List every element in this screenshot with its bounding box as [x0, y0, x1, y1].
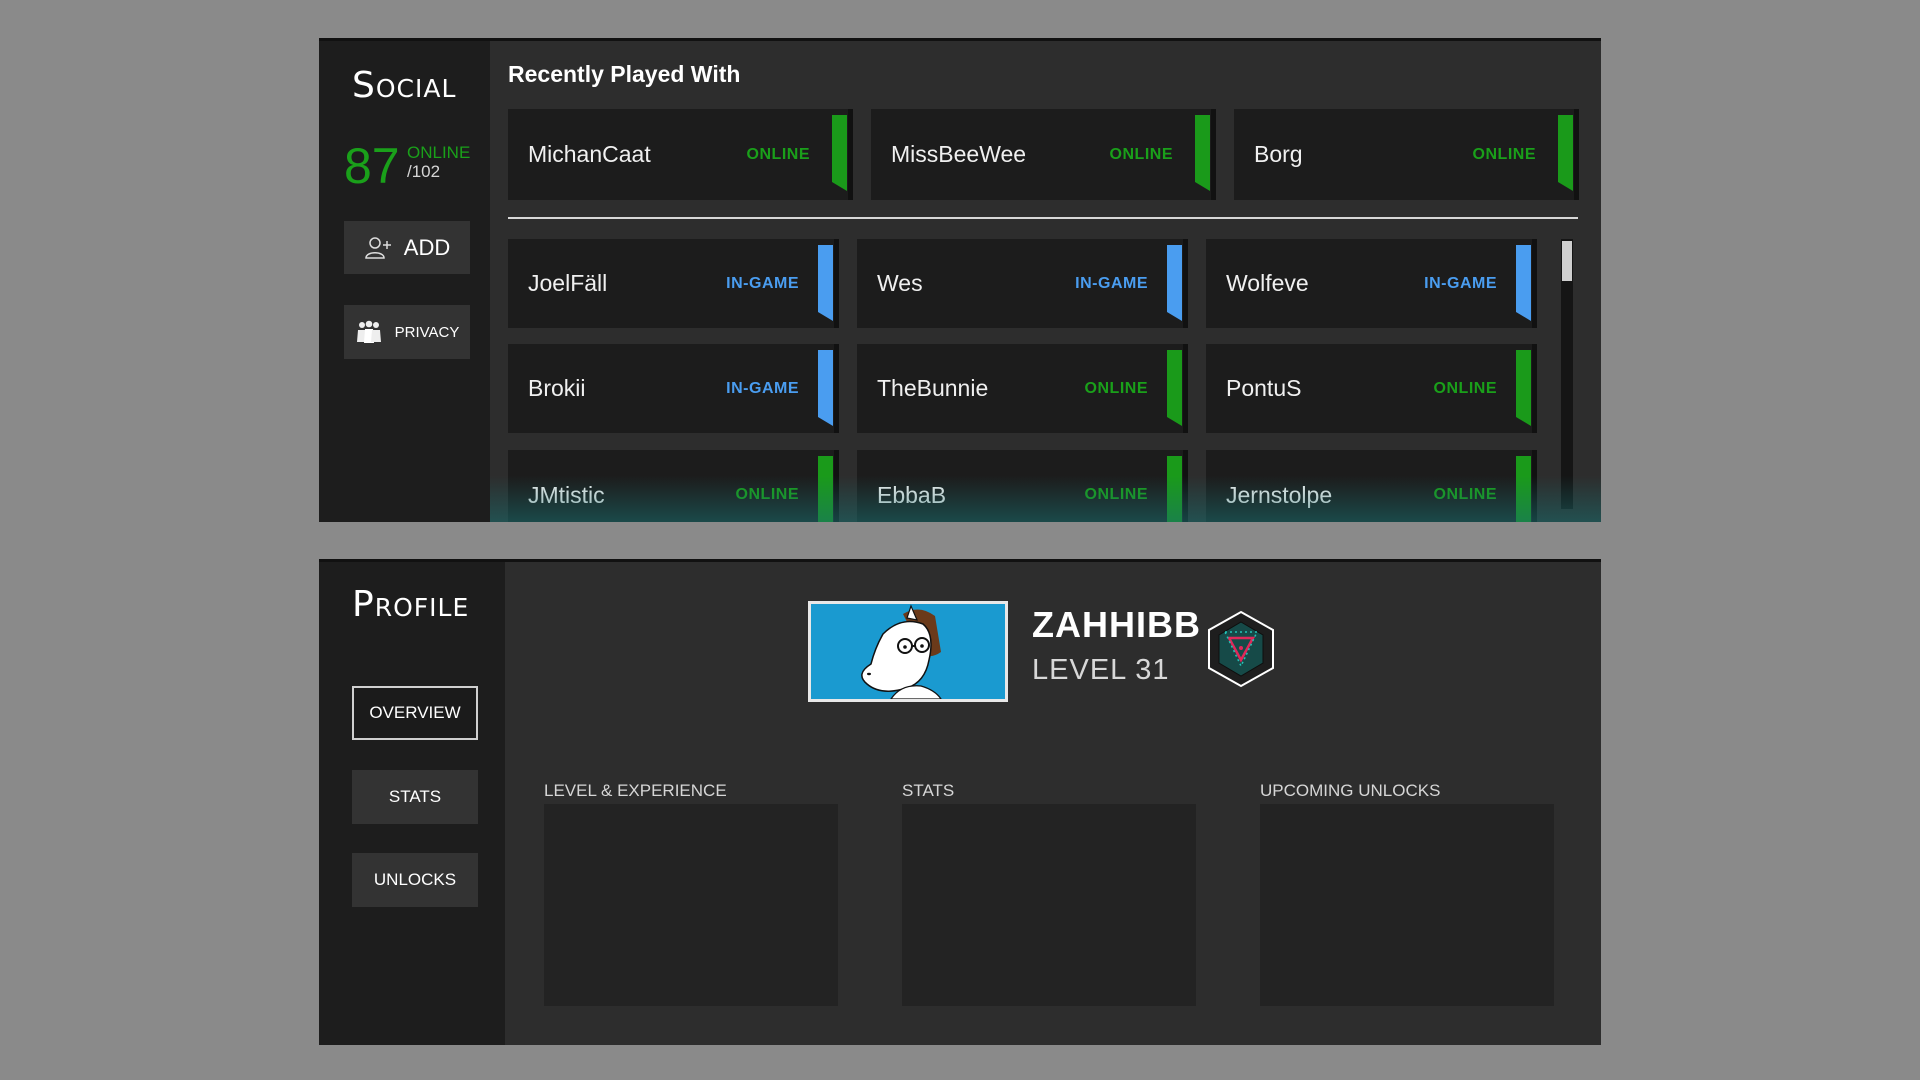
status-indicator [1195, 115, 1210, 191]
status-indicator [1558, 115, 1573, 191]
social-title: Social [352, 65, 457, 106]
level-experience-box [544, 804, 838, 1006]
add-user-icon [364, 236, 392, 260]
status-indicator [1167, 350, 1182, 426]
player-status: ONLINE [1472, 145, 1536, 163]
privacy-button-label: PRIVACY [394, 323, 460, 341]
upcoming-unlocks-box [1260, 804, 1554, 1006]
social-sidebar: Social 87 ONLINE /102 ADD PRIVACY [319, 41, 490, 522]
status-indicator [832, 115, 847, 191]
friend-name: EbbaB [877, 482, 947, 508]
friend-name: TheBunnie [877, 374, 989, 401]
friend-card[interactable]: Wolfeve IN-GAME [1206, 239, 1537, 328]
profile-sidebar: Profile OVERVIEW STATS UNLOCKS [319, 562, 505, 1045]
profile-panel: Profile OVERVIEW STATS UNLOCKS ZAHHIBB L… [319, 559, 1601, 1045]
status-indicator [818, 456, 833, 522]
friend-card[interactable]: Jernstolpe ONLINE [1206, 450, 1537, 522]
overview-tab[interactable]: OVERVIEW [352, 686, 478, 740]
friend-name: JoelFäll [528, 269, 608, 296]
friend-status: ONLINE [1084, 379, 1148, 397]
add-friend-button[interactable]: ADD [344, 221, 470, 274]
status-indicator [1167, 456, 1182, 522]
online-count: 87 [344, 138, 400, 194]
friend-card[interactable]: Wes IN-GAME [857, 239, 1188, 328]
profile-avatar[interactable] [808, 601, 1008, 702]
status-indicator [818, 350, 833, 426]
scrollbar-thumb[interactable] [1562, 241, 1572, 281]
profile-level: LEVEL 31 [1032, 654, 1170, 686]
add-button-label: ADD [403, 234, 451, 260]
profile-title: Profile [352, 584, 470, 625]
stats-tab[interactable]: STATS [352, 770, 478, 824]
friend-card[interactable]: PontuS ONLINE [1206, 344, 1537, 433]
friend-status: ONLINE [1084, 486, 1148, 503]
player-name: MissBeeWee [891, 140, 1027, 167]
friend-name: Jernstolpe [1226, 482, 1333, 508]
friend-card[interactable]: JoelFäll IN-GAME [508, 239, 839, 328]
rank-badge-icon [1205, 610, 1277, 690]
social-main: Recently Played With MichanCaat ONLINE M… [490, 41, 1601, 522]
friend-card[interactable]: Brokii IN-GAME [508, 344, 839, 433]
status-indicator [1516, 456, 1531, 522]
recent-player-card[interactable]: Borg ONLINE [1234, 109, 1579, 200]
friend-status: IN-GAME [1424, 274, 1497, 292]
stats-label: STATS [902, 781, 955, 800]
stats-box [902, 804, 1196, 1006]
total-friends-label: /102 [407, 162, 441, 181]
friend-name: Brokii [528, 374, 586, 401]
friend-status: ONLINE [735, 486, 799, 503]
status-indicator [1167, 245, 1182, 321]
status-indicator [1516, 245, 1531, 321]
friend-name: JMtistic [528, 482, 605, 508]
social-panel: Social 87 ONLINE /102 ADD PRIVACY Recent… [319, 38, 1601, 522]
section-divider [508, 217, 1578, 219]
friend-card[interactable]: TheBunnie ONLINE [857, 344, 1188, 433]
recently-played-title: Recently Played With [508, 61, 741, 87]
friend-card[interactable]: JMtistic ONLINE [508, 450, 839, 522]
unlocks-tab[interactable]: UNLOCKS [352, 853, 478, 907]
online-label: ONLINE [407, 143, 471, 162]
friend-name: PontuS [1226, 374, 1302, 401]
player-status: ONLINE [746, 145, 810, 163]
profile-main: ZAHHIBB LEVEL 31 LEVEL & EXPERIENCE STAT… [505, 562, 1601, 1045]
recent-player-card[interactable]: MissBeeWee ONLINE [871, 109, 1216, 200]
level-experience-label: LEVEL & EXPERIENCE [544, 781, 727, 800]
status-indicator [818, 245, 833, 321]
friend-status: ONLINE [1433, 379, 1497, 397]
friend-status: IN-GAME [726, 274, 799, 292]
privacy-button[interactable]: PRIVACY [344, 305, 470, 359]
friend-card[interactable]: EbbaB ONLINE [857, 450, 1188, 522]
friend-name: Wes [877, 269, 923, 296]
privacy-group-icon [355, 320, 383, 344]
friend-status: IN-GAME [726, 379, 799, 397]
player-name: MichanCaat [528, 140, 651, 167]
player-status: ONLINE [1109, 145, 1173, 163]
friend-name: Wolfeve [1226, 269, 1309, 296]
friend-status: ONLINE [1433, 486, 1497, 503]
friend-status: IN-GAME [1075, 274, 1148, 292]
status-indicator [1516, 350, 1531, 426]
profile-username: ZAHHIBB [1032, 604, 1201, 645]
player-name: Borg [1254, 140, 1303, 167]
recent-player-card[interactable]: MichanCaat ONLINE [508, 109, 853, 200]
upcoming-unlocks-label: UPCOMING UNLOCKS [1260, 781, 1441, 800]
